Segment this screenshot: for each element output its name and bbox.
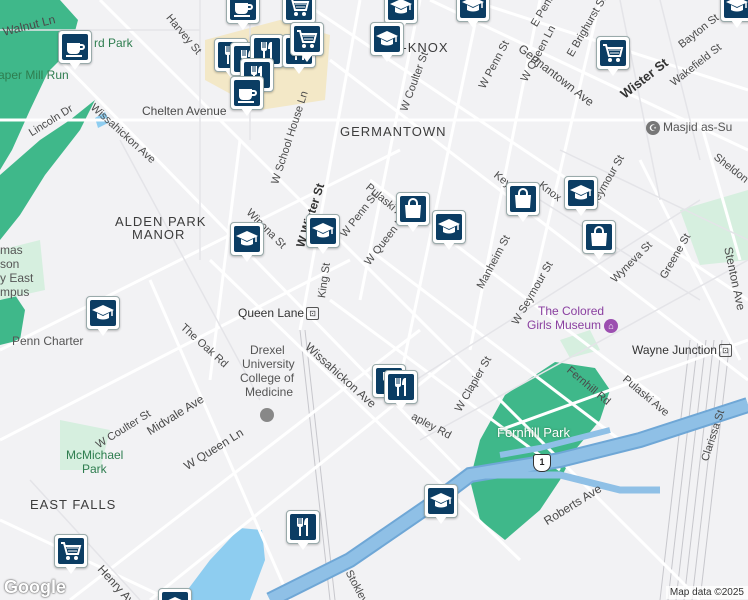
poi-label-campus-1: mas [0,243,23,257]
poi-label-drexel-3: College of [240,371,295,385]
coffee-pin[interactable] [58,30,92,72]
university-icon [260,408,274,422]
poi-label-drexel-1: Drexel [250,343,285,357]
google-logo: Google [4,577,66,597]
train-station-icon: ⊡ [306,307,320,321]
poi-label-campus-3: y East [0,271,34,285]
poi-label-colored-girls-2: Girls Museum ⌂ [527,318,619,333]
street-label-chelten: Chelten Avenue [142,104,227,118]
poi-label-fernhill-park: Fernhill Park [497,425,570,440]
grocery-pin[interactable] [290,22,324,64]
grocery-pin[interactable] [596,36,630,78]
coffee-pin[interactable] [226,0,260,32]
coffee-pin[interactable] [230,76,264,118]
area-label-manor: MANOR [132,227,186,242]
poi-label-vernon-park: rd Park [94,36,133,50]
shopping-pin[interactable] [582,220,616,262]
school-pin[interactable] [432,210,466,252]
map-attribution[interactable]: Map data ©2025 [665,586,748,599]
school-pin[interactable] [230,222,264,264]
route-shield-icon: 1 [533,454,551,472]
area-label-east-falls: EAST FALLS [30,497,117,512]
poi-label-colored-girls-1: The Colored [538,304,605,318]
poi-label-campus-4: mpus [0,285,30,299]
school-pin[interactable] [720,0,748,30]
shopping-pin[interactable] [506,182,540,224]
school-pin[interactable] [306,214,340,256]
shopping-pin[interactable] [396,192,430,234]
train-station-icon: ⊡ [718,344,732,358]
grocery-pin[interactable] [54,534,88,576]
school-pin[interactable] [86,296,120,338]
school-pin[interactable] [456,0,490,30]
poi-label-masjid: ☪ Masjid as-Su [646,120,732,135]
school-pin[interactable] [158,588,192,600]
poi-label-drexel-2: University [242,357,295,371]
poi-label-mcmichael-2: Park [82,462,107,476]
school-pin[interactable] [424,484,458,526]
museum-icon: ⌂ [604,318,619,333]
poi-label-drexel-4: Medicine [245,385,294,399]
restaurant-pin[interactable] [286,510,320,552]
mosque-icon: ☪ [646,120,660,135]
restaurant-pin[interactable] [384,370,418,412]
school-pin[interactable] [564,176,598,218]
poi-label-campus-2: son [0,257,20,271]
poi-label-mcmichael-1: McMichael [66,448,124,462]
school-pin[interactable] [370,22,404,64]
area-label-germantown: GERMANTOWN [340,124,447,139]
poi-label-queen-lane: Queen Lane ⊡ [238,306,320,321]
poi-label-penn-charter: Penn Charter [12,334,84,348]
poi-label-wayne-junction: Wayne Junction ⊡ [632,343,732,358]
map-view[interactable]: N-KNOX GERMANTOWN ALDEN PARK MANOR EAST … [0,0,748,600]
